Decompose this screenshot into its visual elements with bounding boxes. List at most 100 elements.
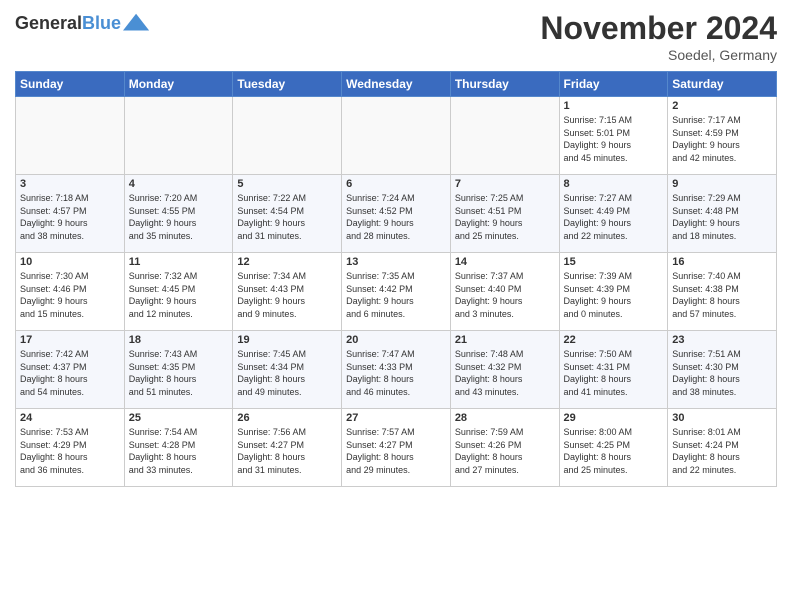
weekday-saturday: Saturday	[668, 72, 777, 97]
day-number: 27	[346, 412, 446, 424]
day-info: Sunrise: 7:48 AM Sunset: 4:32 PM Dayligh…	[455, 348, 555, 398]
day-cell: 19Sunrise: 7:45 AM Sunset: 4:34 PM Dayli…	[233, 331, 342, 409]
weekday-thursday: Thursday	[450, 72, 559, 97]
day-number: 14	[455, 256, 555, 268]
day-info: Sunrise: 7:59 AM Sunset: 4:26 PM Dayligh…	[455, 426, 555, 476]
day-cell	[233, 97, 342, 175]
day-cell: 15 Sunrise: 7:39 AM Sunset: 4:39 PM Dayli…	[559, 253, 668, 331]
day-number: 4	[129, 178, 229, 190]
day-cell: 10 Sunrise: 7:30 AM Sunset: 4:46 PM Dayli…	[16, 253, 125, 331]
day-info: Sunrise: 7:42 AM Sunset: 4:37 PM Dayligh…	[20, 348, 120, 398]
day-cell: 24Sunrise: 7:53 AM Sunset: 4:29 PM Dayli…	[16, 409, 125, 487]
day-info: Sunrise: 7:57 AM Sunset: 4:27 PM Dayligh…	[346, 426, 446, 476]
day-cell: 6 Sunrise: 7:24 AM Sunset: 4:52 PM Daylig…	[342, 175, 451, 253]
day-cell	[16, 97, 125, 175]
day-info: Sunrise: 7:45 AM Sunset: 4:34 PM Dayligh…	[237, 348, 337, 398]
day-info: Sunrise: 7:43 AM Sunset: 4:35 PM Dayligh…	[129, 348, 229, 398]
day-info: Sunrise: 7:53 AM Sunset: 4:29 PM Dayligh…	[20, 426, 120, 476]
day-cell: 21 Sunrise: 7:48 AM Sunset: 4:32 PM Dayli…	[450, 331, 559, 409]
day-cell	[342, 97, 451, 175]
day-number: 13	[346, 256, 446, 268]
logo-text: GeneralBlue	[15, 14, 121, 34]
day-number: 7	[455, 178, 555, 190]
day-info: Sunrise: 7:20 AM Sunset: 4:55 PM Dayligh…	[129, 192, 229, 242]
day-info: Sunrise: 7:54 AM Sunset: 4:28 PM Dayligh…	[129, 426, 229, 476]
day-cell: 7 Sunrise: 7:25 AM Sunset: 4:51 PM Daylig…	[450, 175, 559, 253]
day-cell: 17 Sunrise: 7:42 AM Sunset: 4:37 PM Dayli…	[16, 331, 125, 409]
day-cell: 13 Sunrise: 7:35 AM Sunset: 4:42 PM Dayli…	[342, 253, 451, 331]
day-info: Sunrise: 8:01 AM Sunset: 4:24 PM Dayligh…	[672, 426, 772, 476]
weekday-friday: Friday	[559, 72, 668, 97]
day-number: 1	[564, 100, 664, 112]
location-subtitle: Soedel, Germany	[540, 47, 777, 63]
title-block: November 2024 Soedel, Germany	[540, 10, 777, 63]
day-cell: 18 Sunrise: 7:43 AM Sunset: 4:35 PM Dayli…	[124, 331, 233, 409]
day-number: 18	[129, 334, 229, 346]
day-cell: 22Sunrise: 7:50 AM Sunset: 4:31 PM Dayli…	[559, 331, 668, 409]
weekday-tuesday: Tuesday	[233, 72, 342, 97]
day-number: 25	[129, 412, 229, 424]
week-row-3: 10 Sunrise: 7:30 AM Sunset: 4:46 PM Dayli…	[16, 253, 777, 331]
day-cell: 2Sunrise: 7:17 AM Sunset: 4:59 PM Daylig…	[668, 97, 777, 175]
header: GeneralBlue November 2024 Soedel, German…	[15, 10, 777, 63]
day-info: Sunrise: 7:40 AM Sunset: 4:38 PM Dayligh…	[672, 270, 772, 320]
week-row-5: 24Sunrise: 7:53 AM Sunset: 4:29 PM Dayli…	[16, 409, 777, 487]
day-info: Sunrise: 8:00 AM Sunset: 4:25 PM Dayligh…	[564, 426, 664, 476]
day-cell	[450, 97, 559, 175]
calendar-table: SundayMondayTuesdayWednesdayThursdayFrid…	[15, 71, 777, 487]
day-number: 5	[237, 178, 337, 190]
day-info: Sunrise: 7:24 AM Sunset: 4:52 PM Dayligh…	[346, 192, 446, 242]
day-info: Sunrise: 7:37 AM Sunset: 4:40 PM Dayligh…	[455, 270, 555, 320]
page-container: GeneralBlue November 2024 Soedel, German…	[0, 0, 792, 497]
day-number: 28	[455, 412, 555, 424]
day-cell: 1 Sunrise: 7:15 AM Sunset: 5:01 PM Daylig…	[559, 97, 668, 175]
day-cell	[124, 97, 233, 175]
day-number: 16	[672, 256, 772, 268]
day-number: 17	[20, 334, 120, 346]
week-row-4: 17 Sunrise: 7:42 AM Sunset: 4:37 PM Dayli…	[16, 331, 777, 409]
day-info: Sunrise: 7:34 AM Sunset: 4:43 PM Dayligh…	[237, 270, 337, 320]
day-cell: 8Sunrise: 7:27 AM Sunset: 4:49 PM Daylig…	[559, 175, 668, 253]
day-cell: 12 Sunrise: 7:34 AM Sunset: 4:43 PM Dayli…	[233, 253, 342, 331]
day-cell: 30Sunrise: 8:01 AM Sunset: 4:24 PM Dayli…	[668, 409, 777, 487]
day-cell: 5 Sunrise: 7:22 AM Sunset: 4:54 PM Daylig…	[233, 175, 342, 253]
weekday-header-row: SundayMondayTuesdayWednesdayThursdayFrid…	[16, 72, 777, 97]
day-number: 15	[564, 256, 664, 268]
day-number: 29	[564, 412, 664, 424]
day-number: 12	[237, 256, 337, 268]
day-number: 21	[455, 334, 555, 346]
day-number: 8	[564, 178, 664, 190]
day-info: Sunrise: 7:56 AM Sunset: 4:27 PM Dayligh…	[237, 426, 337, 476]
day-cell: 29 Sunrise: 8:00 AM Sunset: 4:25 PM Dayli…	[559, 409, 668, 487]
day-cell: 9Sunrise: 7:29 AM Sunset: 4:48 PM Daylig…	[668, 175, 777, 253]
day-number: 9	[672, 178, 772, 190]
logo: GeneralBlue	[15, 10, 151, 38]
day-number: 6	[346, 178, 446, 190]
day-info: Sunrise: 7:51 AM Sunset: 4:30 PM Dayligh…	[672, 348, 772, 398]
week-row-1: 1 Sunrise: 7:15 AM Sunset: 5:01 PM Daylig…	[16, 97, 777, 175]
day-info: Sunrise: 7:39 AM Sunset: 4:39 PM Dayligh…	[564, 270, 664, 320]
day-number: 10	[20, 256, 120, 268]
day-info: Sunrise: 7:25 AM Sunset: 4:51 PM Dayligh…	[455, 192, 555, 242]
week-row-2: 3Sunrise: 7:18 AM Sunset: 4:57 PM Daylig…	[16, 175, 777, 253]
day-cell: 23Sunrise: 7:51 AM Sunset: 4:30 PM Dayli…	[668, 331, 777, 409]
day-info: Sunrise: 7:50 AM Sunset: 4:31 PM Dayligh…	[564, 348, 664, 398]
day-cell: 14 Sunrise: 7:37 AM Sunset: 4:40 PM Dayli…	[450, 253, 559, 331]
day-cell: 27 Sunrise: 7:57 AM Sunset: 4:27 PM Dayli…	[342, 409, 451, 487]
day-info: Sunrise: 7:30 AM Sunset: 4:46 PM Dayligh…	[20, 270, 120, 320]
day-cell: 3Sunrise: 7:18 AM Sunset: 4:57 PM Daylig…	[16, 175, 125, 253]
weekday-monday: Monday	[124, 72, 233, 97]
weekday-sunday: Sunday	[16, 72, 125, 97]
day-number: 11	[129, 256, 229, 268]
day-info: Sunrise: 7:18 AM Sunset: 4:57 PM Dayligh…	[20, 192, 120, 242]
day-cell: 28 Sunrise: 7:59 AM Sunset: 4:26 PM Dayli…	[450, 409, 559, 487]
day-info: Sunrise: 7:35 AM Sunset: 4:42 PM Dayligh…	[346, 270, 446, 320]
day-cell: 16 Sunrise: 7:40 AM Sunset: 4:38 PM Dayli…	[668, 253, 777, 331]
day-cell: 11 Sunrise: 7:32 AM Sunset: 4:45 PM Dayli…	[124, 253, 233, 331]
day-info: Sunrise: 7:22 AM Sunset: 4:54 PM Dayligh…	[237, 192, 337, 242]
weekday-wednesday: Wednesday	[342, 72, 451, 97]
day-info: Sunrise: 7:32 AM Sunset: 4:45 PM Dayligh…	[129, 270, 229, 320]
day-info: Sunrise: 7:17 AM Sunset: 4:59 PM Dayligh…	[672, 114, 772, 164]
day-info: Sunrise: 7:15 AM Sunset: 5:01 PM Dayligh…	[564, 114, 664, 164]
day-cell: 20Sunrise: 7:47 AM Sunset: 4:33 PM Dayli…	[342, 331, 451, 409]
